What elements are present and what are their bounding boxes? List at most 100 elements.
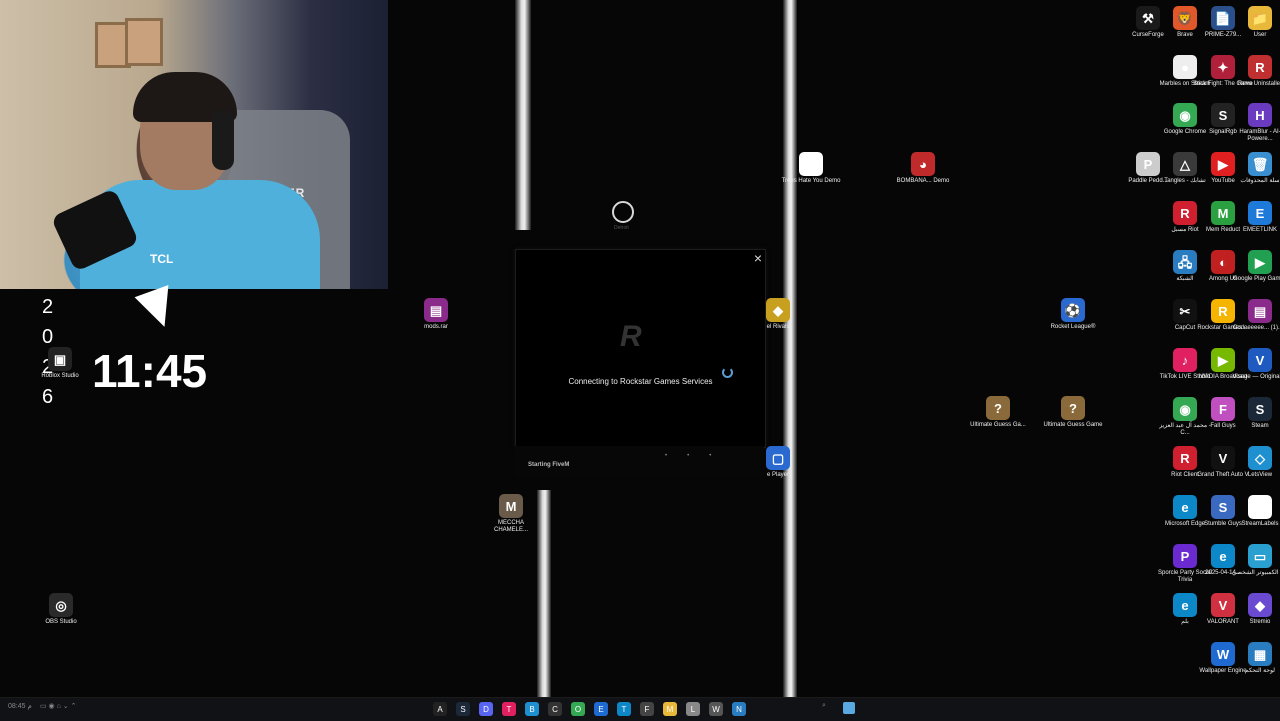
desktop-icon-label: Revo Uninstaller xyxy=(1237,81,1280,87)
desktop-icon[interactable]: ▭ هذا الكمبيوتر الشخصي xyxy=(1230,544,1280,577)
taskbar-app-icon[interactable]: T xyxy=(617,702,631,716)
app-icon: 🗑 xyxy=(1248,152,1272,176)
progress-dots: ••• xyxy=(665,453,732,459)
search-icon[interactable]: ⌕ xyxy=(822,702,826,710)
app-icon: ◆ xyxy=(1248,593,1272,617)
taskbar-app-icon[interactable]: M xyxy=(663,702,677,716)
desktop-icon[interactable]: ? Ultimate Guess Game xyxy=(1043,396,1103,429)
close-icon[interactable]: × xyxy=(754,250,762,266)
taskbar-app-icon[interactable]: C xyxy=(548,702,562,716)
app-icon: V xyxy=(1248,348,1272,372)
taskbar: 08:45 م ▭ ◉ ⌂ ⌄ ⌃ ASDTBCOETFMLWN ⌕ xyxy=(0,697,1280,721)
desktop-icon-label: Visage — Original ... xyxy=(1232,374,1280,380)
taskbar-app-icon[interactable]: T xyxy=(502,702,516,716)
desktop-icon-label: لوحة التحكم xyxy=(1244,668,1275,674)
desktop-icon[interactable]: V Visage — Original ... xyxy=(1230,348,1280,381)
app-icon: ▢ xyxy=(766,446,790,470)
connecting-message: Connecting to Rockstar Games Services xyxy=(568,377,713,386)
webcam-overlay: LEADER TCL xyxy=(0,0,388,289)
desktop-icon[interactable]: ♣ Trees Hate You Demo xyxy=(781,152,841,185)
desktop-icon[interactable]: ▤ mods.rar xyxy=(406,298,466,331)
desktop-icon[interactable]: ? Ultimate Guess Ga... xyxy=(968,396,1028,429)
desktop-icon-label: هذا الكمبيوتر الشخصي xyxy=(1231,570,1280,576)
desktop-icon-label: Steam xyxy=(1251,423,1269,429)
desktop-icon[interactable]: S Steam xyxy=(1230,397,1280,430)
app-icon: ▣ xyxy=(1248,495,1272,519)
rockstar-logo-icon: R xyxy=(620,320,642,353)
desktop-icon-label: BOMBANA... Demo xyxy=(896,178,950,184)
app-icon: R xyxy=(1248,55,1272,79)
desktop-icon[interactable]: H HaramBlur - AI-Powere... xyxy=(1230,103,1280,143)
date-digit: 6 xyxy=(42,386,54,408)
date-digit: 2 xyxy=(42,296,54,318)
app-icon: E xyxy=(1248,201,1272,225)
desktop-icon-label: User xyxy=(1253,32,1267,38)
app-icon: ▦ xyxy=(1248,642,1272,666)
desktop-icon[interactable]: 🗑 سلة المحذوفات xyxy=(1230,152,1280,185)
taskbar-app-icon[interactable]: B xyxy=(525,702,539,716)
app-icon: ▶ xyxy=(1248,250,1272,274)
desktop-icon[interactable]: 📁 User xyxy=(1230,6,1280,39)
desktop-icon-label: Google Play Games xyxy=(1233,276,1280,282)
desktop-icon-label: mods.rar xyxy=(424,324,448,330)
app-icon: 📁 xyxy=(1248,6,1272,30)
desktop-icon-label: Codeeeeee... (1).rar xyxy=(1232,325,1280,331)
desktop-icon[interactable]: ⚽ Rocket League® xyxy=(1043,298,1103,331)
desktop-icon[interactable]: ▢ e Player xyxy=(748,446,808,479)
desktop-icon-label: OBS Studio xyxy=(45,619,77,625)
task-view-icon[interactable] xyxy=(843,702,855,714)
taskbar-app-icon[interactable]: O xyxy=(571,702,585,716)
taskbar-app-icon[interactable]: D xyxy=(479,702,493,716)
app-icon: ▣ xyxy=(48,347,72,371)
desktop-icon[interactable]: ◇ LetsView xyxy=(1230,446,1280,479)
taskbar-app-icon[interactable]: N xyxy=(732,702,746,716)
taskbar-app-icon[interactable]: L xyxy=(686,702,700,716)
app-icon: M xyxy=(499,494,523,518)
loader-label: Detroit xyxy=(614,225,629,231)
app-icon: ? xyxy=(986,396,1010,420)
desktop-icon[interactable]: ◎ OBS Studio xyxy=(31,593,91,626)
background-stripe xyxy=(783,0,797,700)
headphone xyxy=(212,110,234,170)
fivem-status: Starting FiveM xyxy=(528,462,570,468)
desktop-icon[interactable]: M MECCHA CHAMELE... xyxy=(481,494,541,534)
desktop-icon[interactable]: ▣ Roblox Studio xyxy=(30,347,90,380)
taskbar-app-icon[interactable]: A xyxy=(433,702,447,716)
desktop-icon[interactable]: E EMEETLINK xyxy=(1230,201,1280,234)
tray-clock[interactable]: 08:45 م xyxy=(8,702,32,710)
app-icon: ⚽ xyxy=(1061,298,1085,322)
wall-frame xyxy=(125,18,163,66)
clock-time: 11:45 xyxy=(92,345,208,397)
desktop-icon[interactable]: ◆ Stremio xyxy=(1230,593,1280,626)
desktop-icon-label: Ultimate Guess Ga... xyxy=(970,422,1026,428)
desktop-icon-label: HaramBlur - AI-Powere... xyxy=(1239,129,1280,142)
desktop-icon[interactable]: ▤ Codeeeeee... (1).rar xyxy=(1230,299,1280,332)
loading-ring xyxy=(612,201,634,223)
app-icon: ◇ xyxy=(1248,446,1272,470)
taskbar-app-icon[interactable]: E xyxy=(594,702,608,716)
app-icon: ◎ xyxy=(49,593,73,617)
desktop-icon[interactable]: ▦ لوحة التحكم xyxy=(1230,642,1280,675)
shirt-label: TCL xyxy=(150,252,174,266)
taskbar-app-icon[interactable]: S xyxy=(456,702,470,716)
app-icon: ▭ xyxy=(1248,544,1272,568)
fivem-launcher: ••• Starting FiveM xyxy=(515,446,764,476)
app-icon: ? xyxy=(1061,396,1085,420)
desktop-icon[interactable]: ▣ StreamLabels xyxy=(1230,495,1280,528)
desktop-icon-label: Ultimate Guess Game xyxy=(1043,422,1103,428)
app-icon: ♣ xyxy=(799,152,823,176)
desktop-icon[interactable]: R Revo Uninstaller xyxy=(1230,55,1280,88)
taskbar-app-icon[interactable]: W xyxy=(709,702,723,716)
app-icon: S xyxy=(1248,397,1272,421)
tray-icons[interactable]: ▭ ◉ ⌂ ⌄ ⌃ xyxy=(40,702,76,710)
clock-decoration xyxy=(134,284,182,334)
desktop-icon-label: سلة المحذوفات xyxy=(1240,178,1280,184)
desktop-icon-label: el Rivals xyxy=(766,324,790,330)
app-icon: ◕ xyxy=(911,152,935,176)
app-icon: H xyxy=(1248,103,1272,127)
desktop-icon-label: Trees Hate You Demo xyxy=(781,178,841,184)
desktop-icon[interactable]: ◆ el Rivals xyxy=(748,298,808,331)
taskbar-app-icon[interactable]: F xyxy=(640,702,654,716)
desktop-icon[interactable]: ◕ BOMBANA... Demo xyxy=(893,152,953,185)
desktop-icon[interactable]: ▶ Google Play Games xyxy=(1230,250,1280,283)
